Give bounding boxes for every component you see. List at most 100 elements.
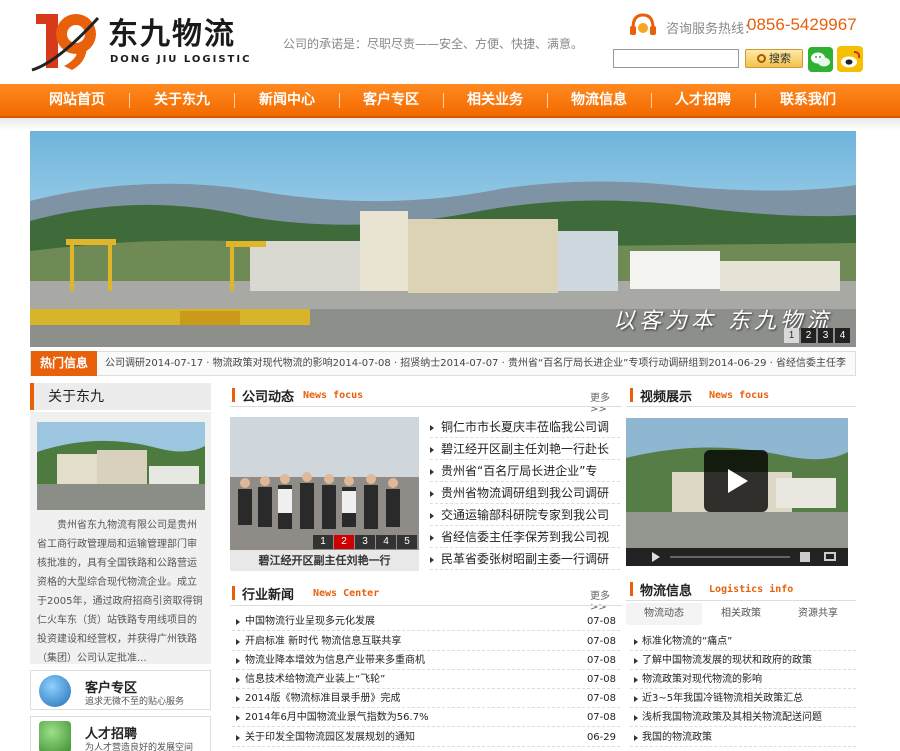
banner-page-1[interactable]: 1 <box>784 328 799 343</box>
volume-icon[interactable] <box>800 552 810 562</box>
news-photo-caption[interactable]: 碧江经开区副主任刘艳一行 <box>230 550 419 571</box>
jobs-box[interactable]: 人才招聘 为人才营造良好的发展空间 <box>30 716 211 751</box>
about-box: 贵州省东九物流有限公司是贵州省工商行政管理局和运输管理部门审核批准的，具有全国铁… <box>30 412 211 664</box>
banner-slider[interactable]: 以客为本 东九物流 1234 <box>30 131 856 347</box>
logistics-info-item[interactable]: 标准化物流的“痛点” <box>630 632 856 651</box>
banner-page-4[interactable]: 4 <box>835 328 850 343</box>
hotline-label: 咨询服务热线： <box>666 22 758 37</box>
logistics-info-en: Logistics info <box>709 584 794 595</box>
divider <box>230 605 622 606</box>
slogan: 公司的承诺是：尽职尽责——安全、方便、快捷、满意。 <box>283 37 584 51</box>
company-news-en: News focus <box>303 390 364 401</box>
banner-page-2[interactable]: 2 <box>801 328 816 343</box>
company-news-photo[interactable]: 12345 碧江经开区副主任刘艳一行 <box>230 417 419 571</box>
company-news-more[interactable]: 更多>> <box>590 389 622 415</box>
video-header: 视频展示 News focus <box>630 385 856 405</box>
logistics-info-item[interactable]: 近3~5年我国冷链物流相关政策汇总 <box>630 689 856 708</box>
nav-contact[interactable]: 联系我们 <box>760 84 856 116</box>
news-photo-pagination: 12345 <box>312 529 417 549</box>
section-marker <box>232 388 235 402</box>
news-photo-page-4[interactable]: 4 <box>376 535 396 549</box>
video-progress-bar[interactable] <box>670 556 790 558</box>
search-input[interactable] <box>613 49 739 68</box>
header: 东九物流 DONG JIU LOGISTIC 公司的承诺是：尽职尽责——安全、方… <box>0 0 900 84</box>
play-small-icon[interactable] <box>652 552 660 562</box>
logistics-info-item[interactable]: 浅析我国物流政策及其相关物流配送问题 <box>630 708 856 727</box>
nav-jobs[interactable]: 人才招聘 <box>656 84 750 116</box>
industry-news-title-text: 2014版《物流标准目录手册》完成 <box>245 693 401 704</box>
logistics-tabs: 物流动态 相关政策 资源共享 <box>626 603 856 625</box>
industry-news-date: 06-29 <box>586 732 616 743</box>
jobs-box-subtitle: 为人才营造良好的发展空间 <box>85 743 194 751</box>
video-player[interactable] <box>626 418 848 566</box>
industry-news-more[interactable]: 更多>> <box>590 587 622 613</box>
industry-news-item[interactable]: 关于印发全国物流园区发展规划的通知 06-29 <box>232 728 620 747</box>
news-photo-page-1[interactable]: 1 <box>313 535 333 549</box>
search-button[interactable]: 搜索 <box>745 49 803 68</box>
nav-divider <box>443 93 444 108</box>
nav-shadow <box>0 118 900 130</box>
nav-business[interactable]: 相关业务 <box>448 84 542 116</box>
tab-policies[interactable]: 相关政策 <box>703 603 779 625</box>
play-icon[interactable] <box>704 450 768 512</box>
industry-news-item[interactable]: 信息技术给物流产业装上“飞轮” 07-08 <box>232 670 620 689</box>
about-title[interactable]: 关于东九 <box>48 386 104 406</box>
banner-page-3[interactable]: 3 <box>818 328 833 343</box>
customer-zone-box[interactable]: 客户专区 追求无微不至的贴心服务 <box>30 670 211 710</box>
nav-divider <box>234 93 235 108</box>
company-news-item[interactable]: 碧江经开区副主任刘艳一行赴长 <box>430 439 620 460</box>
company-news-header: 公司动态 News focus 更多>> <box>232 385 622 415</box>
industry-news-date: 07-08 <box>586 636 616 647</box>
logistics-info-item[interactable]: 我国的物流政策 <box>630 728 856 747</box>
fullscreen-icon[interactable] <box>824 552 836 561</box>
logistics-info-item[interactable]: 了解中国物流发展的现状和政府的政策 <box>630 651 856 670</box>
logistics-info-item-text: 浅析我国物流政策及其相关物流配送问题 <box>642 712 822 723</box>
logistics-info-item-text: 了解中国物流发展的现状和政府的政策 <box>642 655 812 666</box>
company-news-item[interactable]: 铜仁市市长夏庆丰莅临我公司调 <box>430 417 620 438</box>
nav-home[interactable]: 网站首页 <box>30 84 124 116</box>
logistics-info-item-text: 物流政策对现代物流的影响 <box>642 674 762 685</box>
industry-news-item[interactable]: 开启标准 新时代 物流信息互联共享 07-08 <box>232 632 620 651</box>
recruit-icon <box>39 721 71 751</box>
industry-news-item[interactable]: 2014年6月中国物流业景气指数为56.7% 07-08 <box>232 708 620 727</box>
tab-logistics-news[interactable]: 物流动态 <box>626 603 702 625</box>
page: 东九物流 DONG JIU LOGISTIC 公司的承诺是：尽职尽责——安全、方… <box>0 0 900 751</box>
weibo-icon[interactable] <box>837 46 863 72</box>
about-photo[interactable] <box>37 422 205 510</box>
company-news-title[interactable]: 公司动态 <box>242 386 294 405</box>
company-news-item[interactable]: 贵州省“百名厅局长进企业”专 <box>430 461 620 482</box>
nav-logistics-info[interactable]: 物流信息 <box>552 84 646 116</box>
industry-news-en: News Center <box>313 588 380 599</box>
company-news-item[interactable]: 省经信委主任李保芳到我公司视 <box>430 527 620 548</box>
video-title[interactable]: 视频展示 <box>640 386 692 405</box>
nav-customers[interactable]: 客户专区 <box>344 84 438 116</box>
logistics-info-title[interactable]: 物流信息 <box>640 580 692 599</box>
industry-news-date: 07-08 <box>586 693 616 704</box>
nav-news[interactable]: 新闻中心 <box>240 84 334 116</box>
industry-news-title-text: 关于印发全国物流园区发展规划的通知 <box>245 732 415 743</box>
industry-news-item[interactable]: 2014版《物流标准目录手册》完成 07-08 <box>232 689 620 708</box>
industry-news-title-text: 开启标准 新时代 物流信息互联共享 <box>245 636 402 647</box>
globe-icon <box>39 675 71 707</box>
divider <box>230 406 622 407</box>
nav-divider <box>547 93 548 108</box>
company-news-item[interactable]: 民革省委张树昭副主委一行调研 <box>430 549 620 570</box>
nav-about[interactable]: 关于东九 <box>135 84 229 116</box>
industry-news-item[interactable]: 中国物流行业呈现多元化发展 07-08 <box>232 612 620 631</box>
industry-news-item[interactable]: 物流业降本增效为信息产业带来多重商机 07-08 <box>232 651 620 670</box>
industry-news-title[interactable]: 行业新闻 <box>242 584 294 603</box>
news-photo-page-5[interactable]: 5 <box>397 535 417 549</box>
company-news-item[interactable]: 贵州省物流调研组到我公司调研 <box>430 483 620 504</box>
tab-resources[interactable]: 资源共享 <box>780 603 856 625</box>
logo[interactable]: 东九物流 DONG JIU LOGISTIC <box>28 10 273 74</box>
hot-ticker-text[interactable]: 公司调研2014-07-17 · 物流政策对现代物流的影响2014-07-08 … <box>105 352 855 375</box>
nav-divider <box>651 93 652 108</box>
logistics-info-item[interactable]: 物流政策对现代物流的影响 <box>630 670 856 689</box>
news-photo-page-3[interactable]: 3 <box>355 535 375 549</box>
industry-news-title-text: 信息技术给物流产业装上“飞轮” <box>245 674 386 685</box>
wechat-icon[interactable] <box>808 47 833 72</box>
news-photo-page-2[interactable]: 2 <box>334 535 354 549</box>
company-news-item[interactable]: 交通运输部科研院专家到我公司 <box>430 505 620 526</box>
section-marker <box>232 586 235 600</box>
industry-news-header: 行业新闻 News Center 更多>> <box>232 583 622 613</box>
